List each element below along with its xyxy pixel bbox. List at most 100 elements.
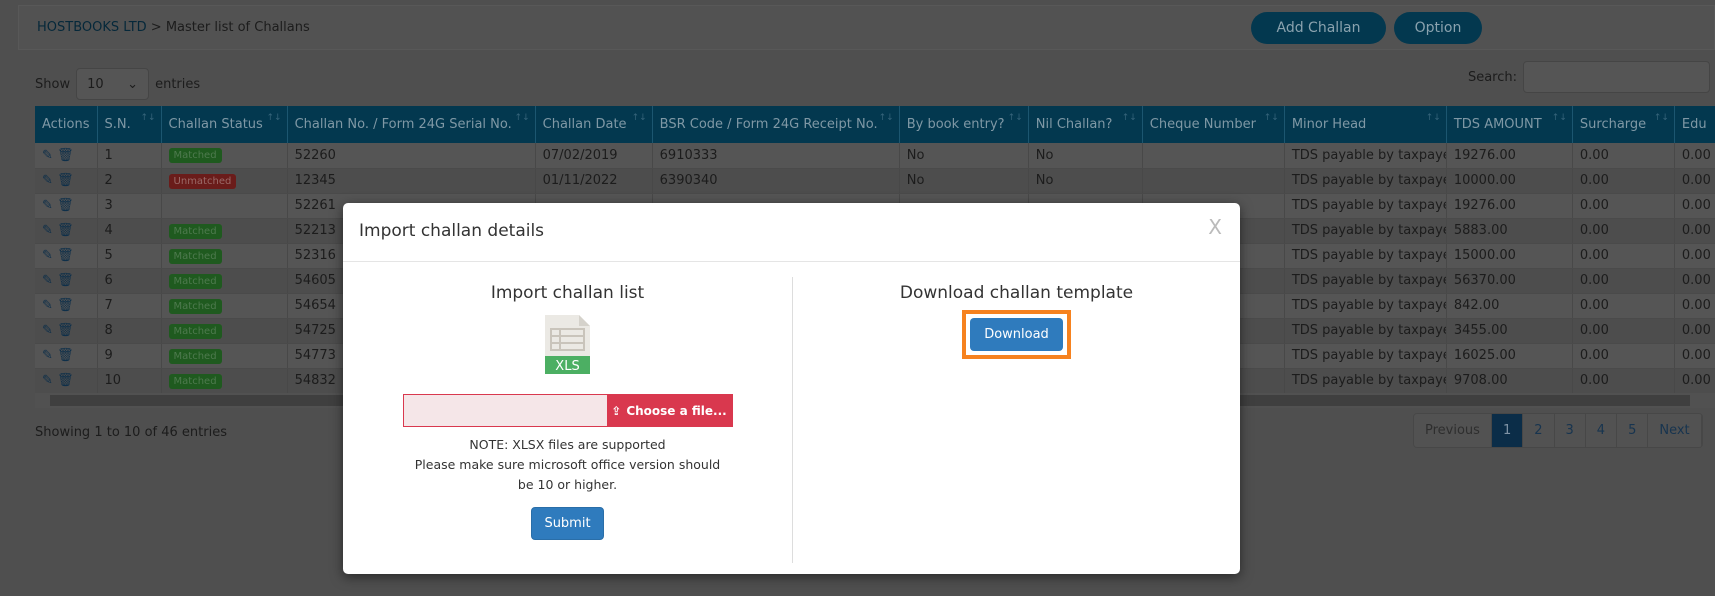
- trash-icon[interactable]: 🗑: [57, 248, 74, 263]
- submit-button[interactable]: Submit: [531, 507, 604, 540]
- pagination-page-4[interactable]: 4: [1585, 414, 1618, 447]
- modal-header-divider: [343, 261, 1240, 262]
- edit-icon[interactable]: ✎: [42, 223, 53, 238]
- cell-status: Unmatched: [161, 168, 288, 194]
- sort-icon[interactable]: ↑↓: [266, 113, 281, 123]
- sort-icon[interactable]: ↑↓: [1654, 113, 1669, 123]
- column-header[interactable]: Actions: [35, 106, 98, 143]
- cell-surcharge: 0.00: [1572, 193, 1675, 219]
- column-header-label: Actions: [42, 117, 90, 132]
- pagination-page-2[interactable]: 2: [1523, 414, 1555, 447]
- cell-challan_no: 12345: [287, 168, 536, 194]
- edit-icon[interactable]: ✎: [42, 198, 53, 213]
- cell-surcharge: 0.00: [1572, 143, 1675, 169]
- cell-sn: 4: [97, 218, 162, 244]
- column-header[interactable]: Edu↑↓: [1674, 106, 1715, 143]
- table-row: ✎ 🗑 1 Matched 52260 07/02/2019 6910333 No No TDS…: [35, 143, 1715, 169]
- cell-nil: No: [1028, 143, 1143, 169]
- entries-select[interactable]: 10 ⌄: [76, 68, 150, 100]
- row-actions: ✎ 🗑: [35, 318, 98, 344]
- trash-icon[interactable]: 🗑: [57, 298, 74, 313]
- cell-tds: 9708.00: [1446, 368, 1573, 394]
- column-header-label: Challan No. / Form 24G Serial No.: [294, 117, 512, 132]
- edit-icon[interactable]: ✎: [42, 348, 53, 363]
- column-header[interactable]: Nil Challan? ↑↓: [1028, 106, 1143, 143]
- column-header[interactable]: BSR Code / Form 24G Receipt No. ↑↓: [652, 106, 900, 143]
- cell-bsr: 6910333: [652, 143, 900, 169]
- trash-icon[interactable]: 🗑: [57, 348, 74, 363]
- cell-tds: 19276.00: [1446, 143, 1573, 169]
- file-upload-field[interactable]: ⇪ Choose a file...: [402, 394, 733, 427]
- column-header[interactable]: Challan No. / Form 24G Serial No. ↑↓: [287, 106, 536, 143]
- pagination-page-5[interactable]: 5: [1617, 414, 1649, 447]
- sort-icon[interactable]: ↑↓: [1426, 113, 1441, 123]
- sort-icon[interactable]: ↑↓: [1264, 113, 1279, 123]
- xls-badge-text: XLS: [555, 359, 579, 374]
- sort-icon[interactable]: ↑↓: [1552, 113, 1567, 123]
- cell-edu: 0.00: [1674, 193, 1715, 219]
- pagination-page-1[interactable]: 1: [1491, 414, 1524, 447]
- column-header[interactable]: Challan Date ↑↓: [535, 106, 653, 143]
- trash-icon[interactable]: 🗑: [57, 223, 74, 238]
- edit-icon[interactable]: ✎: [42, 298, 53, 313]
- trash-icon[interactable]: 🗑: [57, 148, 74, 163]
- option-button[interactable]: Option: [1394, 12, 1482, 44]
- search-label: Search:: [1467, 69, 1517, 85]
- download-title: Download challan template: [899, 283, 1134, 303]
- cell-status: Matched: [161, 268, 288, 294]
- cell-edu: 0.00: [1674, 368, 1715, 394]
- sort-icon[interactable]: ↑↓: [632, 113, 647, 123]
- close-icon[interactable]: X: [1208, 215, 1222, 239]
- trash-icon[interactable]: 🗑: [57, 273, 74, 288]
- pagination-previous[interactable]: Previous: [1414, 414, 1492, 447]
- sort-icon[interactable]: ↑↓: [140, 113, 155, 123]
- trash-icon[interactable]: 🗑: [57, 323, 74, 338]
- file-name-input[interactable]: [403, 395, 607, 426]
- edit-icon[interactable]: ✎: [42, 273, 53, 288]
- cell-tds: 16025.00: [1446, 343, 1573, 369]
- cell-challan_no: 52260: [287, 143, 536, 169]
- column-header[interactable]: Minor Head ↑↓: [1284, 106, 1447, 143]
- cell-status: [161, 193, 288, 219]
- pagination-next[interactable]: Next: [1648, 414, 1702, 447]
- cell-sn: 3: [97, 193, 162, 219]
- edit-icon[interactable]: ✎: [42, 248, 53, 263]
- upload-note: NOTE: XLSX files are supported Please ma…: [343, 435, 792, 495]
- sort-icon[interactable]: ↑↓: [515, 113, 530, 123]
- breadcrumb: HOSTBOOKS LTD > Master list of Challans: [37, 20, 310, 35]
- column-header[interactable]: Challan Status ↑↓: [161, 106, 288, 143]
- column-header[interactable]: By book entry? ↑↓: [899, 106, 1029, 143]
- edit-icon[interactable]: ✎: [42, 373, 53, 388]
- row-actions: ✎ 🗑: [35, 218, 98, 244]
- cell-minor: TDS payable by taxpayer: [1284, 318, 1447, 344]
- column-header[interactable]: Surcharge ↑↓: [1572, 106, 1675, 143]
- sort-icon[interactable]: ↑↓: [879, 113, 894, 123]
- sort-icon[interactable]: ↑↓: [1008, 113, 1023, 123]
- edit-icon[interactable]: ✎: [42, 173, 53, 188]
- import-title: Import challan list: [490, 283, 645, 303]
- column-header[interactable]: TDS AMOUNT ↑↓: [1446, 106, 1573, 143]
- column-header[interactable]: S.N. ↑↓: [97, 106, 162, 143]
- modal-title: Import challan details: [359, 221, 545, 241]
- trash-icon[interactable]: 🗑: [57, 173, 74, 188]
- trash-icon[interactable]: 🗑: [57, 373, 74, 388]
- pagination: Previous 1 2 3 4 5 Next: [1413, 413, 1703, 448]
- cell-minor: TDS payable by taxpayer: [1284, 168, 1447, 194]
- cell-sn: 10: [97, 368, 162, 394]
- add-challan-button[interactable]: Add Challan: [1251, 12, 1386, 44]
- breadcrumb-company[interactable]: HOSTBOOKS LTD: [37, 20, 147, 35]
- search-input[interactable]: [1523, 61, 1710, 93]
- edit-icon[interactable]: ✎: [42, 148, 53, 163]
- pagination-page-3[interactable]: 3: [1554, 414, 1586, 447]
- column-header[interactable]: Cheque Number ↑↓: [1142, 106, 1285, 143]
- download-button[interactable]: Download: [970, 318, 1063, 351]
- sort-icon[interactable]: ↑↓: [1122, 113, 1137, 123]
- edit-icon[interactable]: ✎: [42, 323, 53, 338]
- trash-icon[interactable]: 🗑: [57, 198, 74, 213]
- choose-file-button[interactable]: ⇪ Choose a file...: [606, 395, 732, 426]
- cell-status: Matched: [161, 318, 288, 344]
- status-badge: Matched: [168, 348, 222, 364]
- cell-sn: 2: [97, 168, 162, 194]
- cell-status: Matched: [161, 218, 288, 244]
- status-badge: Unmatched: [168, 173, 237, 189]
